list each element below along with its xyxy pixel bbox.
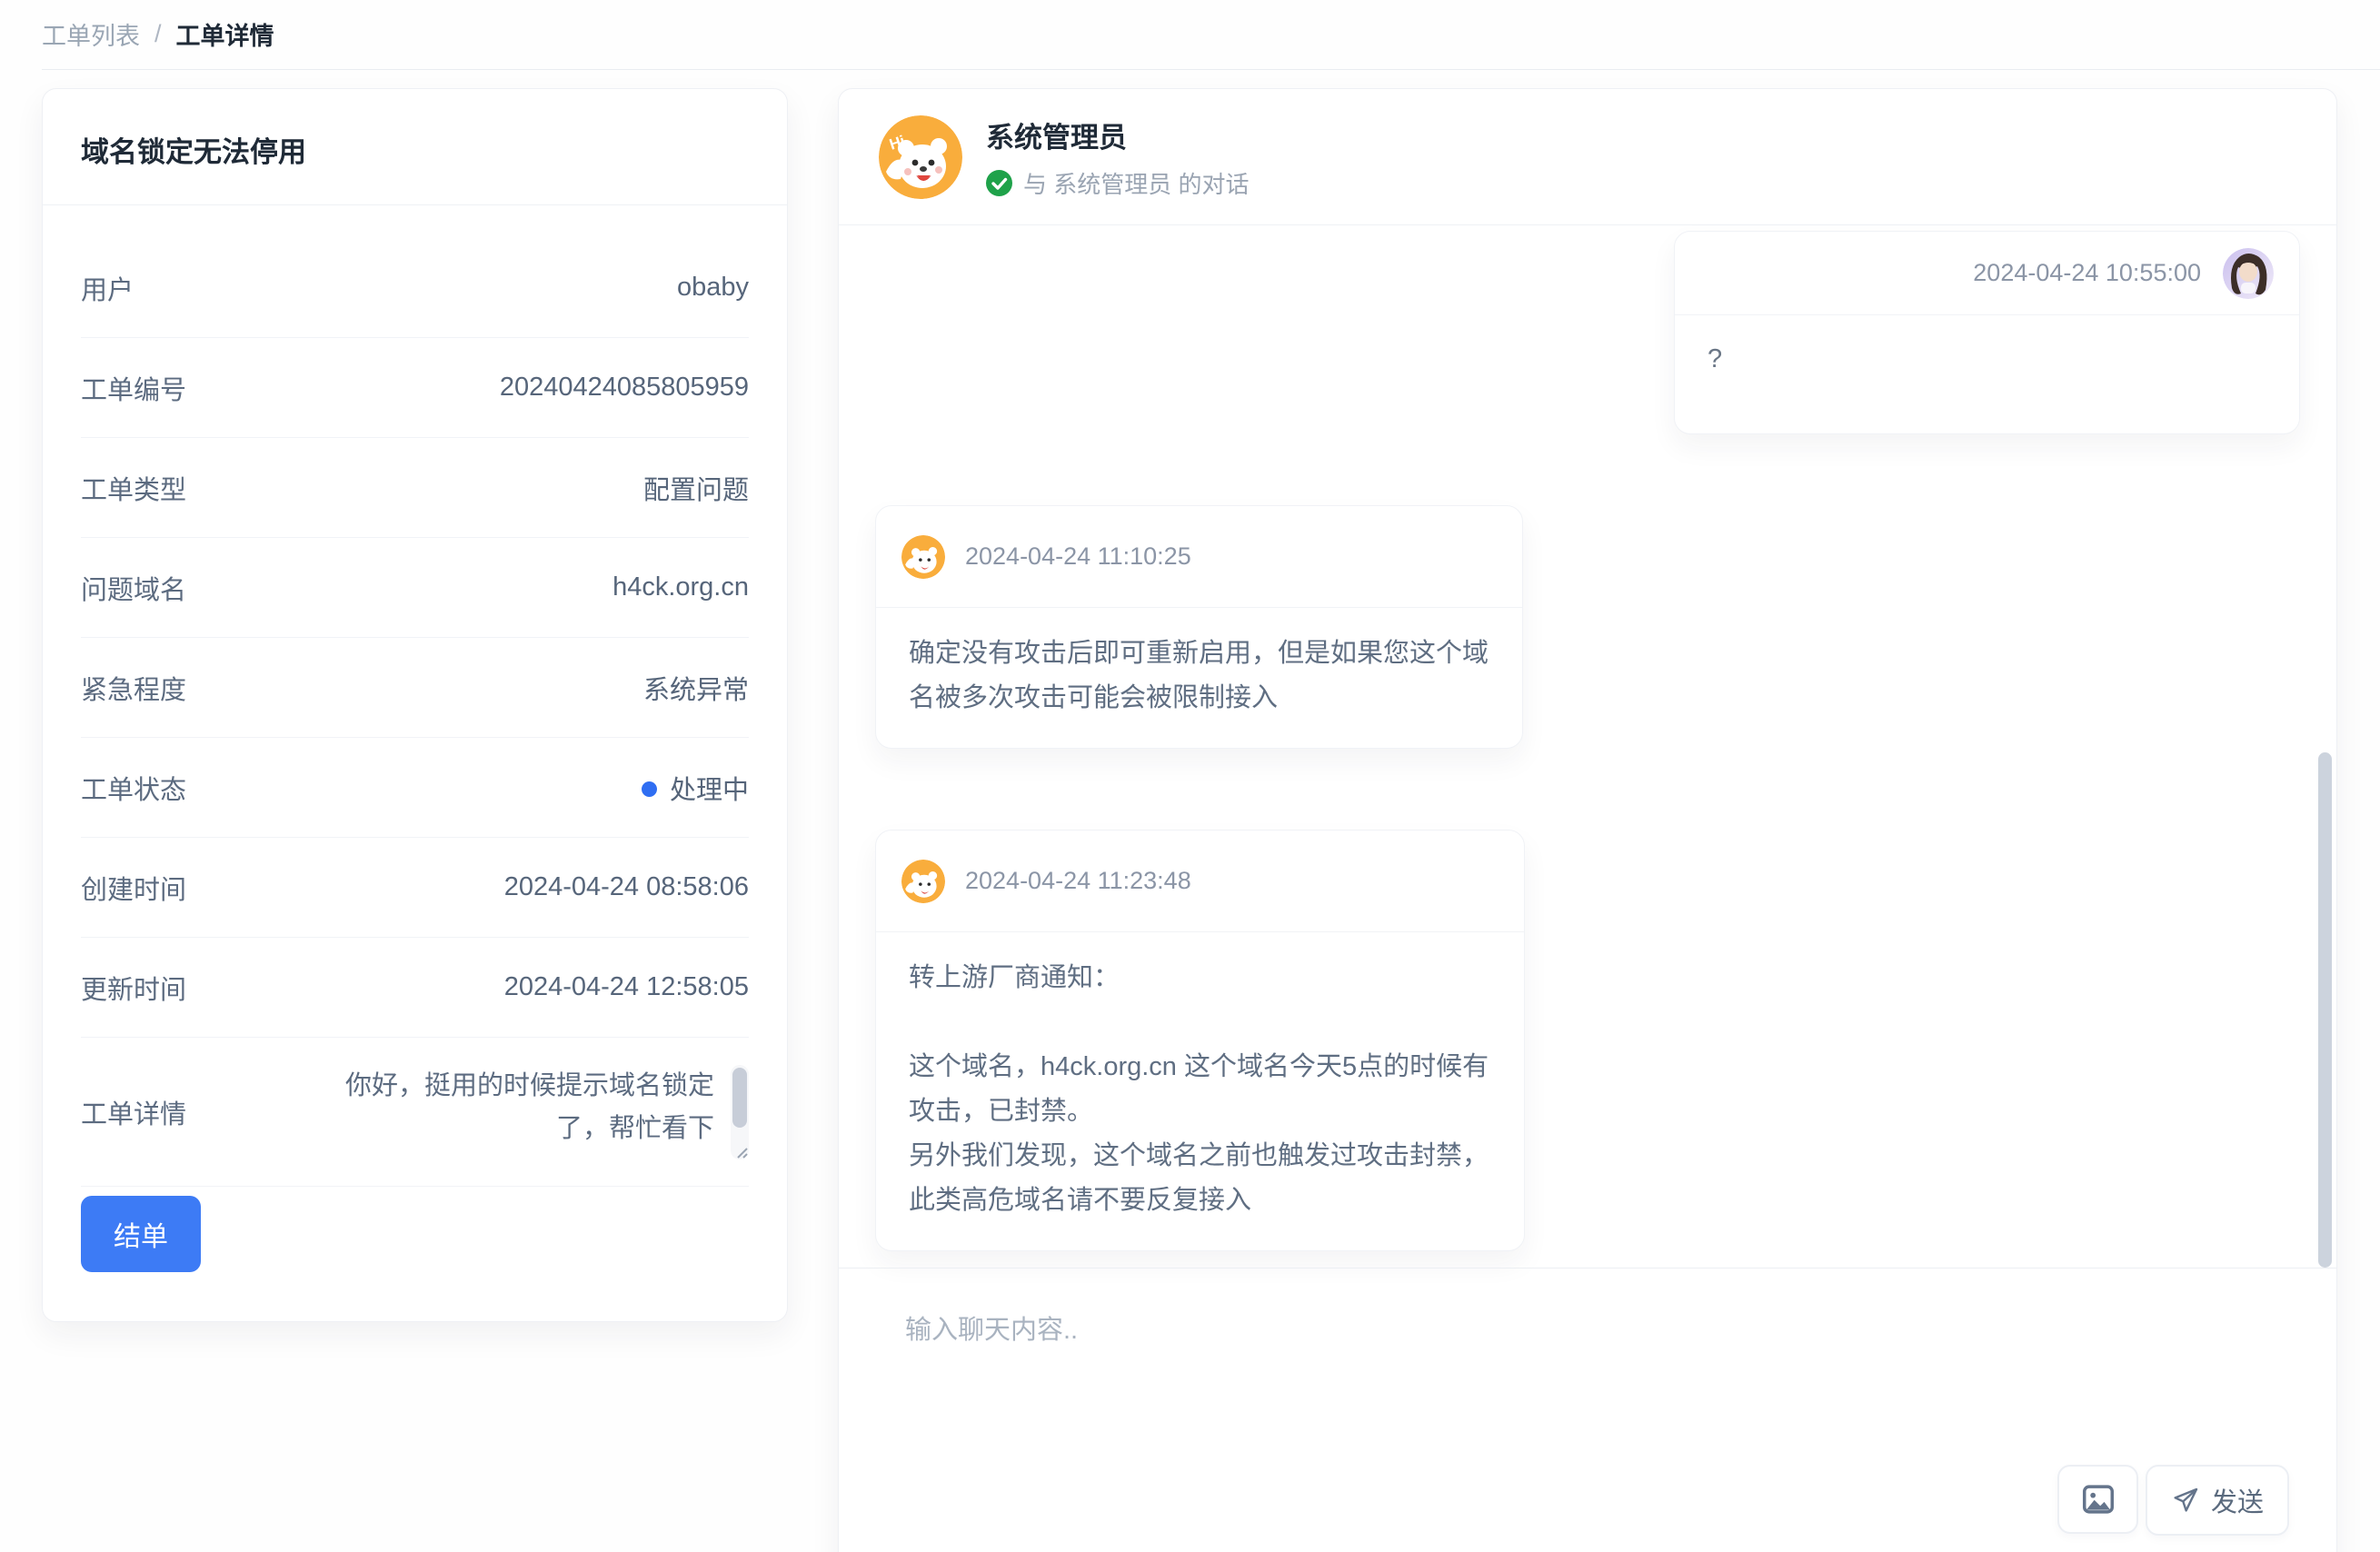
chat-composer: 发送	[839, 1268, 2336, 1552]
field-row-created-at: 创建时间 2024-04-24 08:58:06	[81, 838, 749, 938]
ticket-title: 域名锁定无法停用	[43, 89, 787, 205]
textarea-scrollbar-thumb[interactable]	[732, 1068, 747, 1128]
message-body: ?	[1675, 315, 2299, 427]
ticket-info-card: 域名锁定无法停用 用户 obaby 工单编号 20240424085805959…	[42, 88, 788, 1322]
message-timestamp: 2024-04-24 11:10:25	[965, 542, 1191, 571]
send-button[interactable]: 发送	[2146, 1465, 2289, 1536]
message-timestamp: 2024-04-24 11:23:48	[965, 867, 1191, 895]
field-label: 工单状态	[81, 769, 186, 807]
admin-avatar: Hi	[879, 115, 962, 199]
field-value: 2024-04-24 08:58:06	[504, 872, 749, 902]
field-row-status: 工单状态 处理中	[81, 738, 749, 838]
breadcrumb-current: 工单详情	[176, 16, 274, 52]
message-body: 确定没有攻击后即可重新启用，但是如果您这个域名被多次攻击可能会被限制接入	[876, 608, 1522, 748]
field-value: 2024-04-24 12:58:05	[504, 972, 749, 1002]
status-value: 处理中	[642, 769, 749, 807]
message-card-admin: 2024-04-24 11:23:48 转上游厂商通知： 这个域名，h4ck.o…	[875, 830, 1525, 1251]
field-label: 更新时间	[81, 969, 186, 1007]
chat-header: Hi 系统管理员	[839, 89, 2336, 225]
field-value: 配置问题	[643, 469, 749, 507]
field-label: 问题域名	[81, 569, 186, 607]
breadcrumb-link-ticket-list[interactable]: 工单列表	[42, 16, 140, 52]
image-icon	[2082, 1485, 2115, 1514]
chat-messages: 2024-04-24 10:55:00	[839, 225, 2336, 1268]
message-body: 转上游厂商通知： 这个域名，h4ck.org.cn 这个域名今天5点的时候有攻击…	[876, 932, 1524, 1250]
field-row-updated-at: 更新时间 2024-04-24 12:58:05	[81, 938, 749, 1038]
field-label: 工单类型	[81, 469, 186, 507]
breadcrumb-separator: /	[154, 20, 162, 48]
close-ticket-button[interactable]: 结单	[81, 1196, 201, 1272]
breadcrumb: 工单列表 / 工单详情	[42, 16, 274, 52]
admin-avatar-small	[901, 535, 945, 579]
message-card-user: 2024-04-24 10:55:00	[1674, 231, 2300, 434]
header-divider	[42, 69, 2380, 70]
message-timestamp: 2024-04-24 10:55:00	[1973, 259, 2201, 287]
field-value: obaby	[677, 273, 749, 303]
field-row-ticket-type: 工单类型 配置问题	[81, 438, 749, 538]
chat-scrollbar-thumb[interactable]	[2318, 752, 2332, 1268]
ticket-detail-textarea[interactable]: 你好，挺用的时候提示域名锁定了，帮忙看下	[322, 1065, 749, 1159]
status-text: 处理中	[670, 776, 749, 805]
field-label: 工单编号	[81, 369, 186, 407]
message-header: 2024-04-24 10:55:00	[1675, 232, 2299, 315]
user-avatar	[2223, 248, 2274, 299]
field-label: 创建时间	[81, 869, 186, 907]
field-row-user: 用户 obaby	[81, 238, 749, 338]
message-card-admin: 2024-04-24 11:10:25 确定没有攻击后即可重新启用，但是如果您这…	[875, 505, 1523, 749]
field-row-urgency: 紧急程度 系统异常	[81, 638, 749, 738]
chat-subtitle: 与 系统管理员 的对话	[1023, 166, 1249, 200]
admin-avatar-small	[901, 860, 945, 903]
field-row-ticket-id: 工单编号 20240424085805959	[81, 338, 749, 438]
ticket-fields: 用户 obaby 工单编号 20240424085805959 工单类型 配置问…	[43, 205, 787, 1187]
ticket-detail-page: 工单列表 / 工单详情 域名锁定无法停用 用户 obaby 工单编号 20240…	[0, 0, 2380, 1552]
chat-subtitle-row: 与 系统管理员 的对话	[986, 166, 1249, 200]
send-icon	[2171, 1486, 2200, 1515]
field-row-domain: 问题域名 h4ck.org.cn	[81, 538, 749, 638]
field-row-detail: 工单详情 你好，挺用的时候提示域名锁定了，帮忙看下	[81, 1038, 749, 1187]
field-value: 20240424085805959	[500, 373, 749, 403]
message-header: 2024-04-24 11:23:48	[876, 831, 1524, 932]
send-label: 发送	[2211, 1481, 2264, 1519]
image-upload-button[interactable]	[2057, 1465, 2138, 1534]
message-header: 2024-04-24 11:10:25	[876, 506, 1522, 608]
field-label: 用户	[81, 269, 134, 307]
field-value: h4ck.org.cn	[612, 572, 749, 602]
chat-admin-name: 系统管理员	[986, 114, 1249, 155]
ticket-detail-text: 你好，挺用的时候提示域名锁定了，帮忙看下	[322, 1065, 749, 1150]
verified-check-icon	[986, 170, 1012, 196]
field-label: 紧急程度	[81, 669, 186, 707]
field-label: 工单详情	[81, 1093, 186, 1131]
field-value: 系统异常	[643, 669, 749, 707]
chat-card: Hi 系统管理员	[838, 88, 2337, 1552]
resize-handle-icon[interactable]	[731, 1141, 749, 1159]
status-dot-icon	[642, 781, 657, 797]
